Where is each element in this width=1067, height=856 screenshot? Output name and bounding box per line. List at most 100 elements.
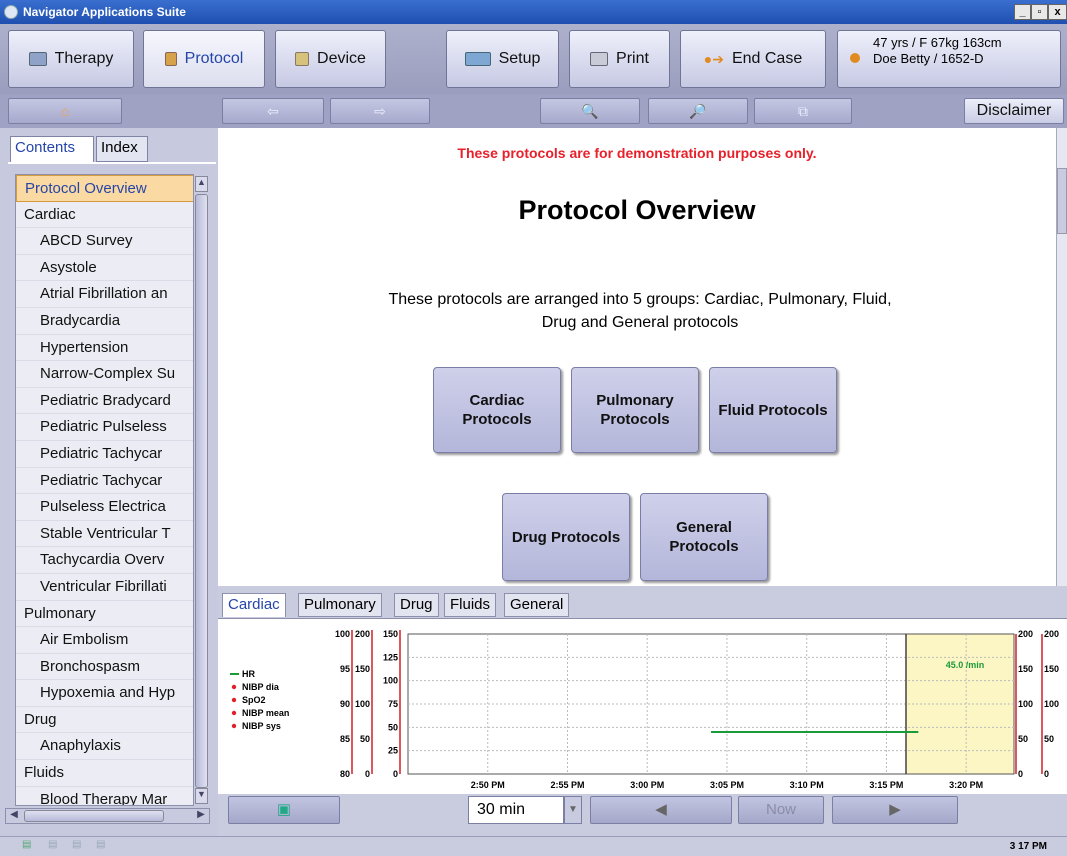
tree-item[interactable]: Anaphylaxis (16, 733, 208, 761)
scroll-right-arrow-icon[interactable]: ▶ (193, 809, 209, 823)
printer-status-icon: ▤ (96, 839, 106, 850)
tree-item[interactable]: Pediatric Tachycar (16, 468, 208, 495)
end-case-label: End Case (731, 50, 803, 67)
zoom-in-icon: 🔎 (689, 103, 707, 119)
tree-item[interactable]: Stable Ventricular T (16, 521, 208, 548)
legend-label: NIBP dia (242, 682, 280, 692)
tab-cardiac[interactable]: Cardiac (222, 593, 286, 617)
tree-item[interactable]: Hypoxemia and Hyp (16, 680, 208, 707)
hr-axis-label: 25 (388, 746, 398, 756)
general-protocols-button[interactable]: General Protocols (640, 493, 768, 581)
tab-contents[interactable]: Contents (10, 136, 94, 162)
x-tick-label: 2:50 PM (471, 780, 505, 790)
hr-axis-label: 150 (383, 629, 398, 639)
spo2-axis-label: 100 (335, 629, 350, 639)
tree-item[interactable]: ABCD Survey (16, 228, 208, 255)
app-icon (4, 5, 18, 19)
x-tick-label: 3:10 PM (790, 780, 824, 790)
tree-group[interactable]: Drug (16, 707, 208, 734)
tree-scroll-thumb[interactable] (195, 194, 208, 788)
tree-group[interactable]: Cardiac (16, 202, 208, 229)
trend-graph-panel: 2:50 PM 2:55 PM 3:00 PM 3:05 PM 3:10 PM 3:15 … (218, 618, 1067, 794)
protocol-button[interactable]: Protocol (143, 30, 265, 88)
tree-item[interactable]: Narrow-Complex Su (16, 361, 208, 388)
home-icon: ⌂ (60, 103, 70, 119)
drug-protocols-button[interactable]: Drug Protocols (502, 493, 630, 581)
hr-axis-label: 100 (383, 676, 398, 686)
tree-hscroll-thumb[interactable] (24, 810, 164, 822)
minimize-button[interactable]: _ (1014, 4, 1031, 20)
scroll-up-arrow-icon[interactable]: ▲ (195, 176, 208, 192)
previous-time-button[interactable]: ◀ (590, 796, 732, 824)
tree-item[interactable]: Pediatric Bradycard (16, 388, 208, 415)
fit-window-button[interactable]: ⧉ (754, 98, 852, 124)
tree-item[interactable]: Pediatric Tachycar (16, 441, 208, 468)
next-time-button[interactable]: ▶ (832, 796, 958, 824)
content-scrollbar[interactable] (1056, 128, 1067, 586)
device-icon (295, 52, 310, 66)
tab-drug[interactable]: Drug (394, 593, 439, 617)
tree-item[interactable]: Hypertension (16, 335, 208, 362)
tree-item[interactable]: Atrial Fibrillation an (16, 281, 208, 308)
print-button[interactable]: Print (569, 30, 670, 88)
right-axis-b-label: 150 (1044, 664, 1059, 674)
tab-pulmonary[interactable]: Pulmonary (298, 593, 382, 617)
home-button[interactable]: ⌂ (8, 98, 122, 124)
device-button[interactable]: Device (275, 30, 386, 88)
legend-label: SpO2 (242, 695, 266, 705)
spo2-axis-label: 95 (340, 664, 350, 674)
chevron-down-icon[interactable]: ▼ (564, 796, 582, 824)
legend-label: NIBP sys (242, 721, 281, 731)
tab-fluids[interactable]: Fluids (444, 593, 497, 617)
tree-vertical-scrollbar[interactable]: ▲ ▼ (193, 174, 209, 806)
maximize-button[interactable]: ▫ (1031, 4, 1048, 20)
tree-horizontal-scrollbar[interactable]: ◀ ▶ (5, 808, 210, 824)
disclaimer-button[interactable]: Disclaimer (964, 98, 1064, 124)
hr-current-value: 45.0 /min (946, 660, 985, 670)
tree-group[interactable]: Fluids (16, 760, 208, 787)
x-tick-label: 3:20 PM (949, 780, 983, 790)
status-bar: ▤ ▤ ▤ ▤ 3 17 PM (0, 836, 1067, 856)
tree-item[interactable]: Pediatric Pulseless (16, 414, 208, 441)
patient-info[interactable]: 47 yrs / F 67kg 163cm Doe Betty / 1652-D (837, 30, 1061, 88)
scroll-left-arrow-icon[interactable]: ◀ (6, 809, 22, 823)
zoom-out-button[interactable]: 🔍 (540, 98, 640, 124)
tree-item[interactable]: Bronchospasm (16, 654, 208, 681)
tree-group[interactable]: Protocol Overview (16, 175, 208, 202)
now-button[interactable]: Now (738, 796, 824, 824)
tree-item[interactable]: Bradycardia (16, 308, 208, 335)
back-button[interactable]: ⇦ (222, 98, 324, 124)
forward-button[interactable]: ⇨ (330, 98, 430, 124)
end-case-icon: ●➔ (703, 50, 724, 67)
forward-arrow-icon: ⇨ (374, 103, 386, 119)
therapy-button[interactable]: Therapy (8, 30, 134, 88)
end-case-button[interactable]: ●➔ End Case (680, 30, 826, 88)
setup-icon (464, 52, 491, 66)
spo2-axis-label: 90 (340, 699, 350, 709)
page-title: Protocol Overview (518, 195, 756, 225)
tree-item[interactable]: Pulseless Electrica (16, 494, 208, 521)
device-status-icon: ▤ (48, 839, 58, 850)
tree-item[interactable]: Air Embolism (16, 627, 208, 654)
therapy-icon (28, 52, 47, 66)
spo2-axis-label: 80 (340, 769, 350, 779)
scroll-down-arrow-icon[interactable]: ▼ (195, 788, 208, 804)
tree-group[interactable]: Pulmonary (16, 601, 208, 628)
close-button[interactable]: x (1048, 4, 1067, 20)
pulmonary-protocols-button[interactable]: Pulmonary Protocols (571, 367, 699, 453)
fluid-protocols-button[interactable]: Fluid Protocols (709, 367, 837, 453)
cardiac-protocols-button[interactable]: Cardiac Protocols (433, 367, 561, 453)
tab-general[interactable]: General (504, 593, 570, 617)
tree-item[interactable]: Ventricular Fibrillati (16, 574, 208, 601)
zoom-in-button[interactable]: 🔎 (648, 98, 748, 124)
content-scroll-thumb[interactable] (1057, 168, 1067, 234)
tree-item[interactable]: Asystole (16, 255, 208, 282)
setup-button[interactable]: Setup (446, 30, 559, 88)
tab-index[interactable]: Index (96, 136, 148, 162)
time-range-select[interactable]: 30 min (468, 796, 564, 824)
tree-item[interactable]: Blood Therapy Mar (16, 787, 208, 805)
tree-item[interactable]: Tachycardia Overv (16, 547, 208, 574)
demo-notice: These protocols are for demonstration pu… (457, 145, 817, 161)
nibp-axis-label: 100 (355, 699, 370, 709)
export-button[interactable]: ▣ (228, 796, 340, 824)
